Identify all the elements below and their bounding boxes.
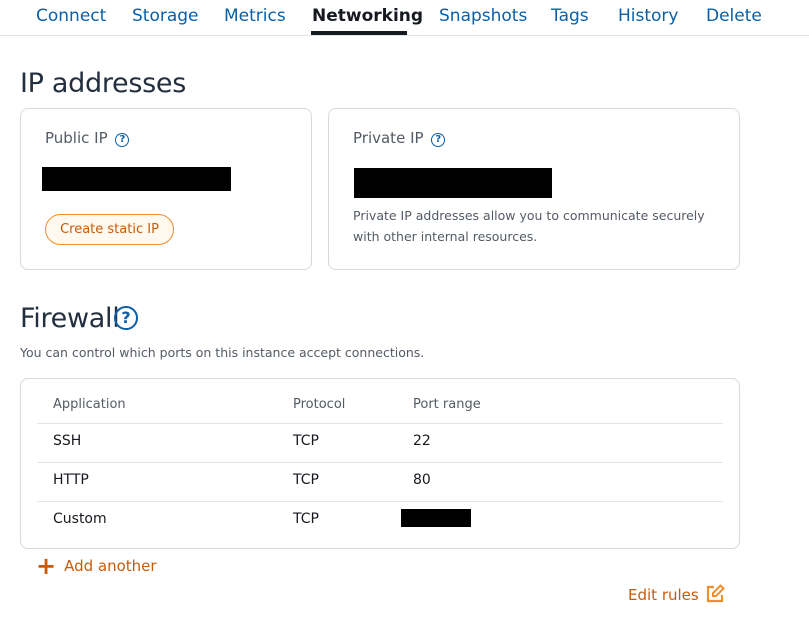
cell-application: HTTP [53, 472, 89, 488]
public-ip-label: Public IP [45, 129, 108, 147]
public-ip-card: Public IP ? Create static IP [20, 108, 312, 270]
row-divider [37, 423, 723, 424]
add-another-label: Add another [64, 557, 157, 575]
add-another-button[interactable]: + Add another [36, 552, 157, 580]
cell-application: SSH [53, 433, 82, 449]
edit-icon [706, 584, 725, 603]
active-tab-indicator [311, 31, 407, 35]
row-divider [37, 462, 723, 463]
cell-protocol: TCP [293, 472, 319, 488]
plus-icon: + [36, 552, 57, 580]
tab-tags[interactable]: Tags [551, 6, 589, 26]
tab-metrics[interactable]: Metrics [224, 6, 286, 26]
private-ip-label-row: Private IP ? [353, 129, 446, 147]
create-static-ip-button[interactable]: Create static IP [45, 214, 174, 245]
public-ip-value-redacted [42, 167, 231, 191]
tab-connect[interactable]: Connect [36, 6, 106, 26]
help-icon[interactable]: ? [114, 306, 138, 330]
firewall-heading: Firewall [20, 303, 120, 334]
tab-history[interactable]: History [618, 6, 678, 26]
private-ip-description: Private IP addresses allow you to commun… [353, 208, 705, 244]
column-header-protocol: Protocol [293, 397, 346, 412]
public-ip-label-row: Public IP ? [45, 129, 130, 147]
cell-port-range: 22 [413, 433, 431, 449]
private-ip-label: Private IP [353, 129, 424, 147]
private-ip-value-redacted [354, 168, 552, 198]
cell-protocol: TCP [293, 511, 319, 527]
column-header-port-range: Port range [413, 397, 481, 412]
cell-port-range: 80 [413, 472, 431, 488]
ip-addresses-heading: IP addresses [20, 68, 186, 99]
row-divider [37, 501, 723, 502]
edit-rules-label: Edit rules [628, 586, 699, 604]
tab-delete[interactable]: Delete [706, 6, 762, 26]
firewall-rules-table: Application Protocol Port range SSH TCP … [20, 378, 740, 549]
firewall-description: You can control which ports on this inst… [20, 345, 425, 360]
help-icon[interactable]: ? [115, 133, 130, 147]
private-ip-card: Private IP ? Private IP addresses allow … [328, 108, 740, 270]
tab-storage[interactable]: Storage [132, 6, 199, 26]
cell-protocol: TCP [293, 433, 319, 449]
help-icon[interactable]: ? [431, 133, 446, 147]
column-header-application: Application [53, 397, 126, 412]
cell-application: Custom [53, 511, 107, 527]
tab-snapshots[interactable]: Snapshots [439, 6, 527, 26]
tab-networking[interactable]: Networking [312, 6, 423, 26]
edit-rules-button[interactable]: Edit rules [628, 584, 725, 606]
cell-port-range-redacted [401, 509, 471, 527]
tab-bar: Connect Storage Metrics Networking Snaps… [0, 0, 809, 36]
